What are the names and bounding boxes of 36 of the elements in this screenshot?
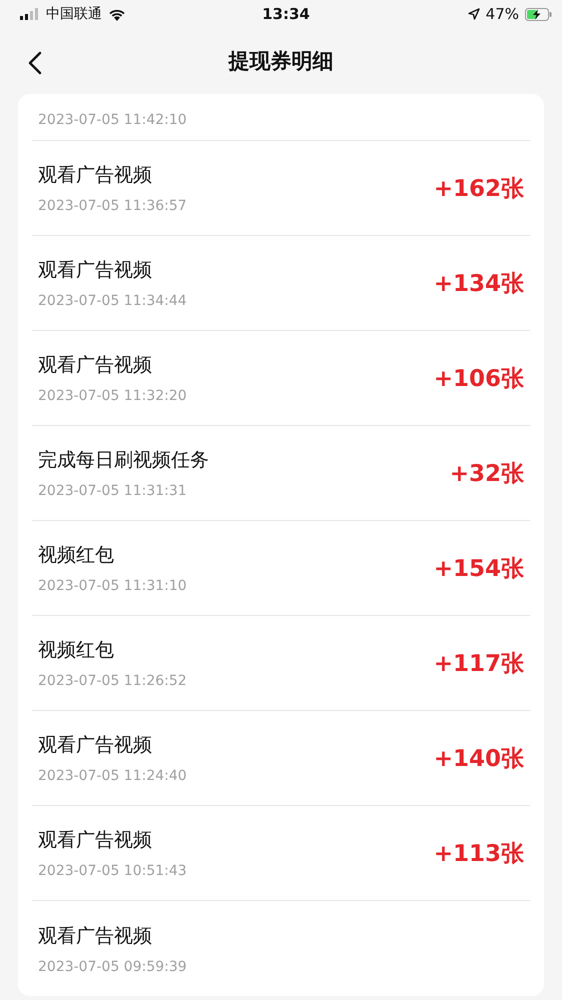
- record-time: 2023-07-05 09:59:39: [38, 958, 187, 974]
- record-title: 完成每日刷视频任务: [38, 448, 209, 473]
- record-time: 2023-07-05 11:34:44: [38, 293, 187, 309]
- record-amount: +162张: [434, 174, 524, 204]
- record-title: 观看广告视频: [38, 163, 153, 188]
- page-title: 提现券明细: [228, 48, 334, 76]
- status-time: 13:34: [262, 5, 310, 24]
- record-amount: +140张: [434, 744, 524, 774]
- record-time: 2023-07-05 11:42:10: [38, 112, 187, 128]
- signal-icon: [20, 8, 40, 20]
- record-title: 观看广告视频: [38, 353, 153, 378]
- wifi-icon: [108, 8, 126, 21]
- back-icon[interactable]: [28, 50, 42, 75]
- record-time: 2023-07-05 10:51:43: [38, 863, 187, 879]
- carrier-name: 中国联通: [46, 5, 102, 24]
- record-amount: +134张: [434, 270, 524, 298]
- record-time: 2023-07-05 11:31:31: [38, 483, 188, 499]
- record-title: 观看广告视频: [38, 258, 153, 283]
- record-time: 2023-07-05 11:26:52: [38, 673, 187, 689]
- record-amount: +154张: [434, 554, 524, 584]
- record-amount: +113张: [434, 840, 524, 868]
- record-amount: +32张: [450, 460, 524, 488]
- battery-percent: 47%: [486, 5, 519, 24]
- record-amount: +117张: [434, 650, 524, 678]
- record-amount: +106张: [434, 364, 524, 394]
- record-title: 观看广告视频: [38, 828, 153, 853]
- record-title: 视频红包: [38, 543, 115, 568]
- location-icon: [468, 8, 480, 20]
- record-title: 观看广告视频: [38, 924, 153, 948]
- battery-charging-icon: [525, 8, 552, 21]
- record-time: 2023-07-05 11:31:10: [38, 578, 187, 594]
- record-time: 2023-07-05 11:36:57: [38, 198, 187, 214]
- record-time: 2023-07-05 11:32:20: [38, 388, 187, 404]
- record-time: 2023-07-05 11:24:40: [38, 768, 187, 784]
- record-title: 观看广告视频: [38, 733, 153, 758]
- record-title: 视频红包: [38, 638, 115, 663]
